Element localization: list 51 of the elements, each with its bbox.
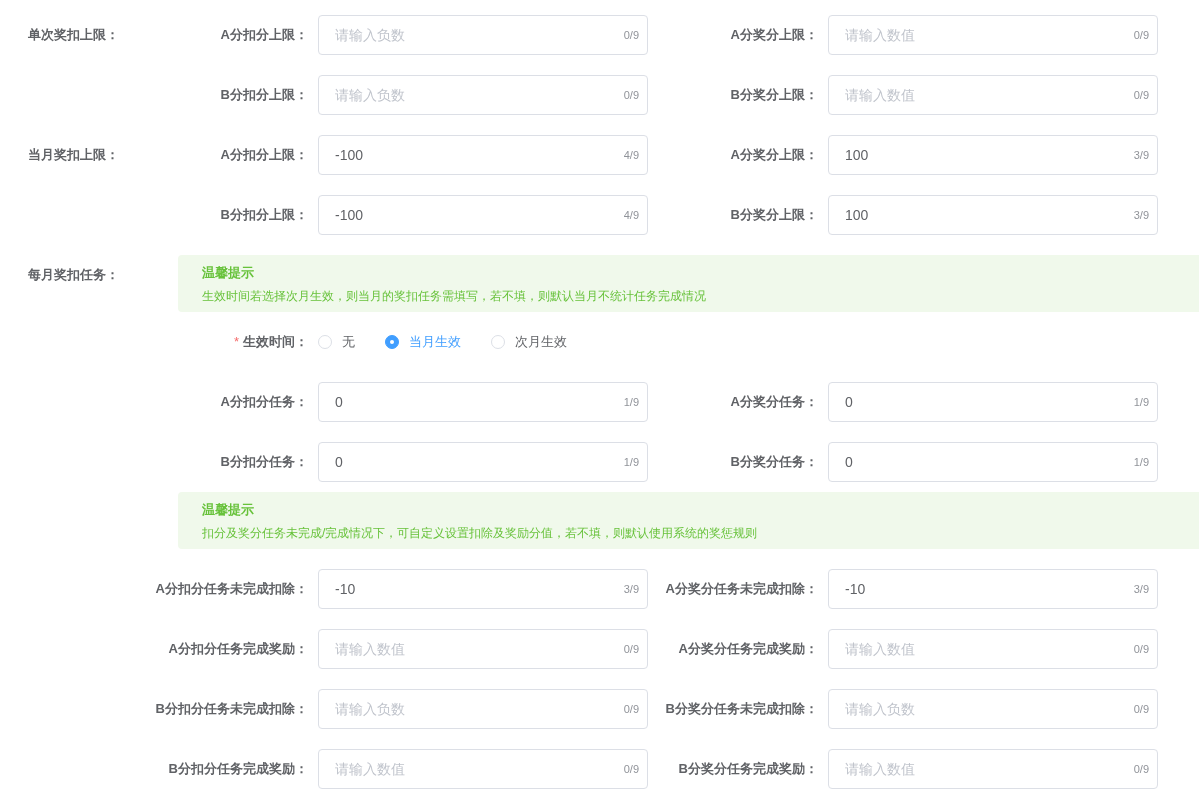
required-mark: * [233,333,239,352]
character-counter: 4/9 [623,148,639,162]
field-label: A分扣分任务： [220,393,308,412]
field-label: 生效时间： [243,333,308,352]
field-label: A分扣分上限： [220,26,308,45]
character-counter: 1/9 [1133,395,1149,409]
field-label: A分奖分任务未完成扣除： [665,580,818,599]
character-counter: 3/9 [623,582,639,596]
alert-title: 温馨提示 [202,501,255,519]
character-counter: 3/9 [1133,148,1149,162]
character-counter: 0/9 [623,28,639,42]
field-label: B分奖分上限： [730,86,818,105]
field-label: B分奖分任务未完成扣除： [665,700,818,719]
field-label: A分扣分上限： [220,146,308,165]
field-label: B分扣分任务未完成扣除： [155,700,308,719]
field-label: A分奖分上限： [730,26,818,45]
field-label: B分扣分上限： [220,206,308,225]
character-counter: 0/9 [623,642,639,656]
section-label: 每月奖扣任务： [28,266,119,285]
field-label: A分扣分任务完成奖励： [168,640,308,659]
section-label: 单次奖扣上限： [28,26,119,45]
character-counter: 0/9 [1133,642,1149,656]
radio-option[interactable]: 无 [318,332,355,352]
character-counter: 0/9 [1133,762,1149,776]
character-counter: 0/9 [623,88,639,102]
field-label: B分奖分任务完成奖励： [678,760,818,779]
alert-text: 扣分及奖分任务未完成/完成情况下，可自定义设置扣除及奖励分值，若不填，则默认使用系统的奖惩规则 [202,524,759,542]
alert-text: 生效时间若选择次月生效，则当月的奖扣任务需填写，若不填，则默认当月不统计任务完成情况 [202,287,707,305]
field-label: B分奖分任务： [730,453,818,472]
radio-option[interactable]: 次月生效 [491,332,567,352]
field-label: B分扣分上限： [220,86,308,105]
character-counter: 1/9 [623,455,639,469]
section-label: 当月奖扣上限： [28,146,119,165]
alert-title: 温馨提示 [202,264,255,282]
character-counter: 0/9 [1133,88,1149,102]
field-label: A分奖分上限： [730,146,818,165]
character-counter: 4/9 [623,208,639,222]
character-counter: 0/9 [1133,702,1149,716]
field-label: B分扣分任务完成奖励： [168,760,308,779]
character-counter: 1/9 [623,395,639,409]
field-label: B分奖分上限： [730,206,818,225]
field-label: A分扣分任务未完成扣除： [155,580,308,599]
character-counter: 0/9 [623,702,639,716]
character-counter: 1/9 [1133,455,1149,469]
field-label: A分奖分任务完成奖励： [678,640,818,659]
character-counter: 0/9 [1133,28,1149,42]
character-counter: 3/9 [1133,208,1149,222]
character-counter: 0/9 [623,762,639,776]
field-label: B分扣分任务： [220,453,308,472]
character-counter: 3/9 [1133,582,1149,596]
field-label: A分奖分任务： [730,393,818,412]
